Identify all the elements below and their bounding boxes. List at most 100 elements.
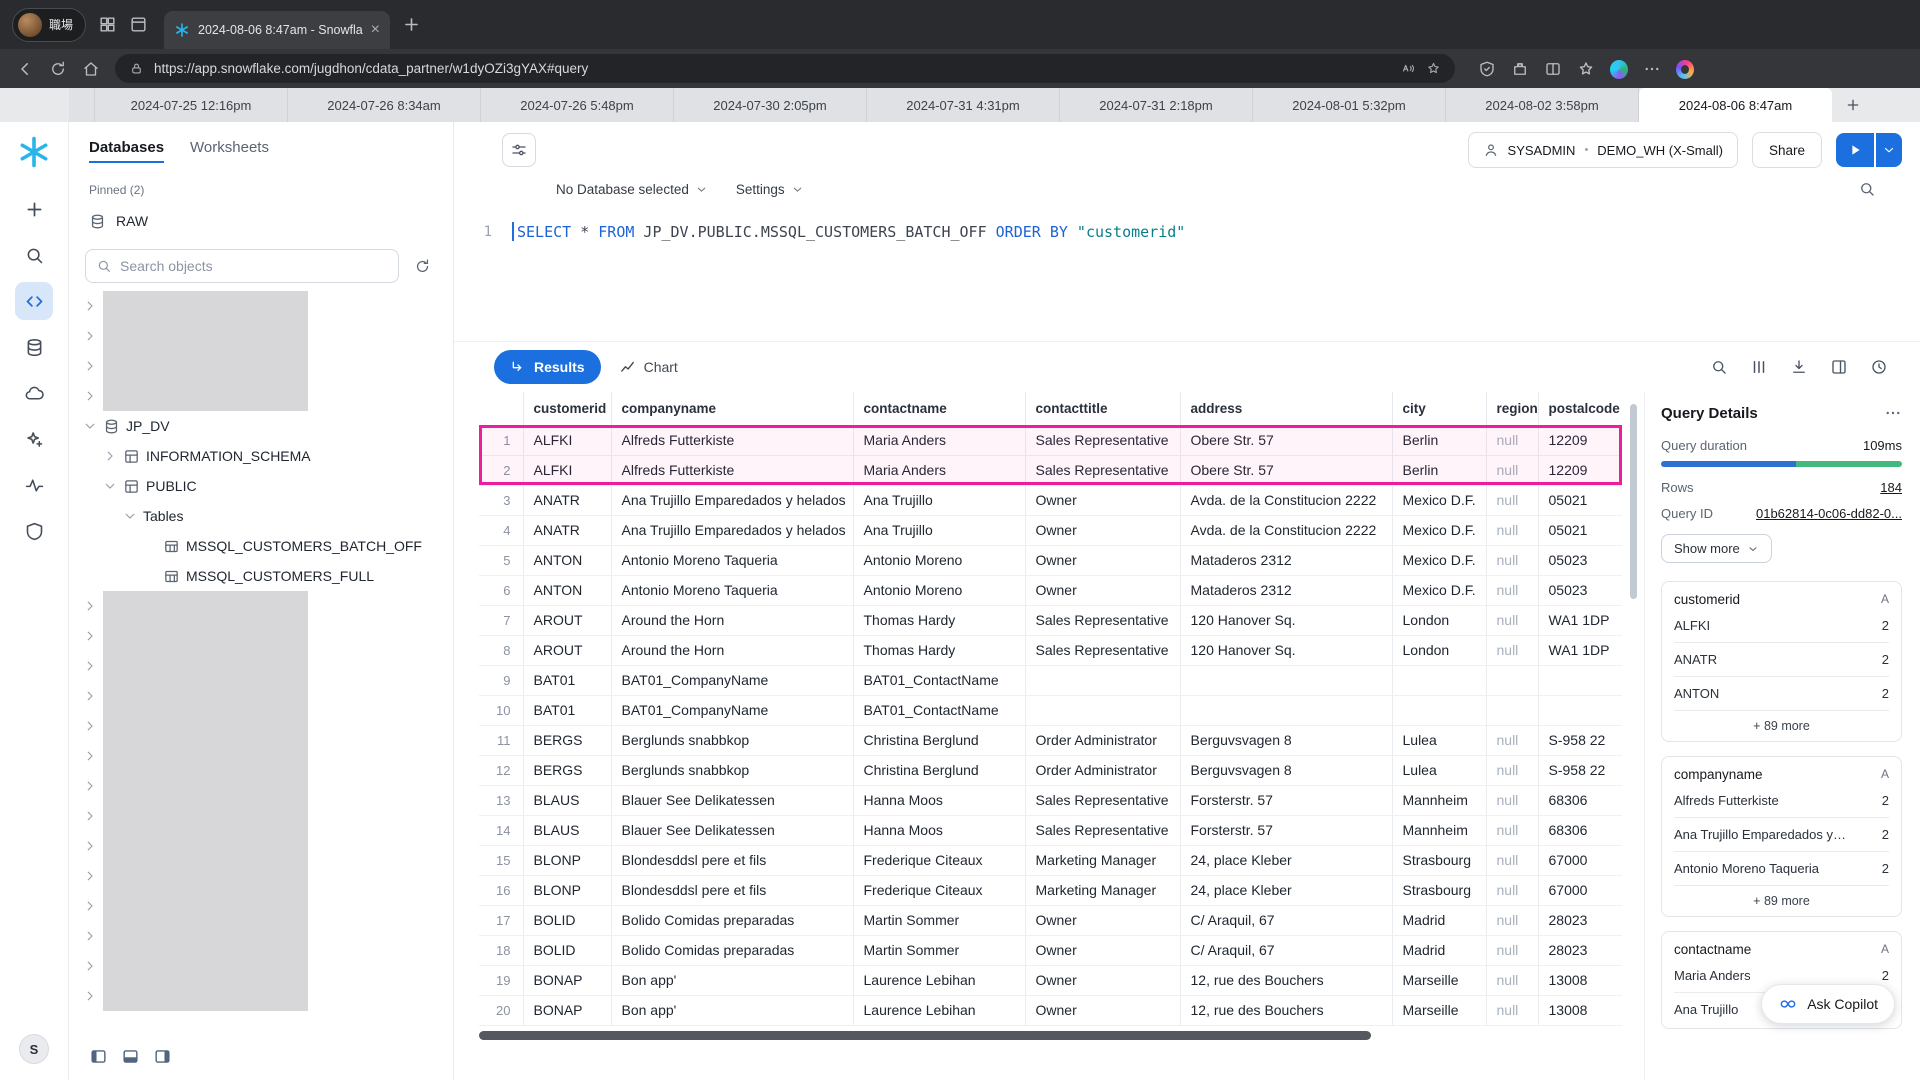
table-cell[interactable]: Mataderos 2312	[1180, 545, 1392, 575]
user-avatar[interactable]: S	[19, 1034, 49, 1064]
table-cell[interactable]: null	[1486, 545, 1538, 575]
results-download-button[interactable]	[1784, 352, 1814, 382]
tree-row[interactable]	[69, 381, 453, 411]
table-cell[interactable]: BERGS	[523, 725, 611, 755]
table-cell[interactable]: 13008	[1538, 965, 1622, 995]
table-cell[interactable]: BERGS	[523, 755, 611, 785]
worksheet-tab[interactable]: 2024-08-01 5:32pm	[1253, 88, 1446, 122]
table-cell[interactable]: Berguvsvagen 8	[1180, 755, 1392, 785]
results-history-button[interactable]	[1864, 352, 1894, 382]
table-cell[interactable]: Lulea	[1392, 725, 1486, 755]
table-cell[interactable]: Sales Representative	[1025, 785, 1180, 815]
tree-row[interactable]: PUBLIC	[69, 471, 453, 501]
results-column-header[interactable]: contacttitle	[1025, 392, 1180, 425]
favorites-icon[interactable]	[1577, 60, 1595, 78]
tree-row[interactable]	[69, 831, 453, 861]
tree-row[interactable]	[69, 321, 453, 351]
table-cell[interactable]	[1025, 665, 1180, 695]
table-cell[interactable]: BOLID	[523, 905, 611, 935]
stats-more-link[interactable]: + 89 more	[1674, 886, 1889, 914]
table-cell[interactable]: Madrid	[1392, 905, 1486, 935]
table-cell[interactable]: Obere Str. 57	[1180, 455, 1392, 485]
search-objects-box[interactable]	[85, 249, 399, 283]
table-cell[interactable]: Blauer See Delikatessen	[611, 785, 853, 815]
table-cell[interactable]: null	[1486, 875, 1538, 905]
editor-format-button[interactable]	[502, 133, 536, 167]
table-cell[interactable]: Marketing Manager	[1025, 845, 1180, 875]
table-cell[interactable]: Bon app'	[611, 995, 853, 1025]
tree-row[interactable]	[69, 981, 453, 1011]
table-cell[interactable]: Christina Berglund	[853, 725, 1025, 755]
table-cell[interactable]: Around the Horn	[611, 605, 853, 635]
stats-value-row[interactable]: ALFKI2	[1674, 609, 1889, 643]
nav-rail-item-copilot[interactable]	[15, 420, 53, 458]
table-cell[interactable]: null	[1486, 965, 1538, 995]
table-cell[interactable]: Berglunds snabbkop	[611, 725, 853, 755]
table-cell[interactable]: ALFKI	[523, 425, 611, 455]
run-options-button[interactable]	[1876, 133, 1902, 167]
table-cell[interactable]: null	[1486, 425, 1538, 455]
tree-row[interactable]: Tables	[69, 501, 453, 531]
workspaces-icon[interactable]	[98, 15, 117, 34]
table-cell[interactable]: 120 Hanover Sq.	[1180, 605, 1392, 635]
table-cell[interactable]: Marketing Manager	[1025, 875, 1180, 905]
table-cell[interactable]: Bolido Comidas preparadas	[611, 905, 853, 935]
query-id-value[interactable]: 01b62814-0c06-dd82-0...	[1756, 506, 1902, 521]
table-cell[interactable]: 05021	[1538, 515, 1622, 545]
table-cell[interactable]: C/ Araquil, 67	[1180, 935, 1392, 965]
tree-row[interactable]: INFORMATION_SCHEMA	[69, 441, 453, 471]
table-cell[interactable]: Owner	[1025, 905, 1180, 935]
table-cell[interactable]: ANTON	[523, 575, 611, 605]
table-cell[interactable]	[1180, 695, 1392, 725]
tree-row[interactable]	[69, 771, 453, 801]
table-cell[interactable]: Alfreds Futterkiste	[611, 425, 853, 455]
browser-profile-chip[interactable]: 職場	[12, 8, 86, 42]
table-cell[interactable]: 68306	[1538, 815, 1622, 845]
refresh-icon[interactable]	[49, 60, 67, 78]
table-cell[interactable]	[1392, 695, 1486, 725]
table-cell[interactable]: Mannheim	[1392, 785, 1486, 815]
tree-row[interactable]	[69, 591, 453, 621]
table-cell[interactable]: Forsterstr. 57	[1180, 815, 1392, 845]
tree-row[interactable]	[69, 291, 453, 321]
tree-row[interactable]	[69, 921, 453, 951]
table-cell[interactable]: 68306	[1538, 785, 1622, 815]
tree-row[interactable]	[69, 861, 453, 891]
stats-value-row[interactable]: ANATR2	[1674, 643, 1889, 677]
table-cell[interactable]: BONAP	[523, 965, 611, 995]
worksheet-tab[interactable]: 2024-07-31 2:18pm	[1060, 88, 1253, 122]
worksheet-tab[interactable]: 2024-07-25 12:16pm	[95, 88, 288, 122]
results-column-header[interactable]: companyname	[611, 392, 853, 425]
table-cell[interactable]: Berlin	[1392, 425, 1486, 455]
table-cell[interactable]: null	[1486, 485, 1538, 515]
table-cell[interactable]: Berglunds snabbkop	[611, 755, 853, 785]
table-cell[interactable]: Lulea	[1392, 755, 1486, 785]
stats-more-link[interactable]: + 89 more	[1674, 711, 1889, 739]
table-cell[interactable]: Antonio Moreno Taqueria	[611, 575, 853, 605]
table-cell[interactable]: Frederique Citeaux	[853, 845, 1025, 875]
table-cell[interactable]: Mexico D.F.	[1392, 485, 1486, 515]
new-tab-icon[interactable]	[402, 15, 421, 34]
table-cell[interactable]: BAT01_CompanyName	[611, 695, 853, 725]
table-cell[interactable]: Thomas Hardy	[853, 605, 1025, 635]
tree-row[interactable]	[69, 681, 453, 711]
table-cell[interactable]: Sales Representative	[1025, 815, 1180, 845]
show-more-button[interactable]: Show more	[1661, 534, 1772, 563]
table-cell[interactable]: Antonio Moreno	[853, 545, 1025, 575]
browser-essentials-icon[interactable]	[1478, 60, 1496, 78]
table-cell[interactable]: Ana Trujillo	[853, 515, 1025, 545]
table-cell[interactable]: Alfreds Futterkiste	[611, 455, 853, 485]
table-cell[interactable]: AROUT	[523, 635, 611, 665]
database-selector[interactable]: No Database selected	[556, 182, 708, 197]
table-cell[interactable]: Avda. de la Constitucion 2222	[1180, 515, 1392, 545]
stats-value-row[interactable]: Antonio Moreno Taqueria2	[1674, 852, 1889, 886]
table-cell[interactable]: Blauer See Delikatessen	[611, 815, 853, 845]
site-info-icon[interactable]	[129, 61, 144, 76]
tree-row[interactable]	[69, 621, 453, 651]
vertical-scrollbar[interactable]	[1630, 404, 1637, 1014]
table-cell[interactable]: null	[1486, 575, 1538, 605]
table-cell[interactable]: 120 Hanover Sq.	[1180, 635, 1392, 665]
table-cell[interactable]: S-958 22	[1538, 755, 1622, 785]
table-cell[interactable]: London	[1392, 635, 1486, 665]
share-button[interactable]: Share	[1752, 132, 1822, 168]
